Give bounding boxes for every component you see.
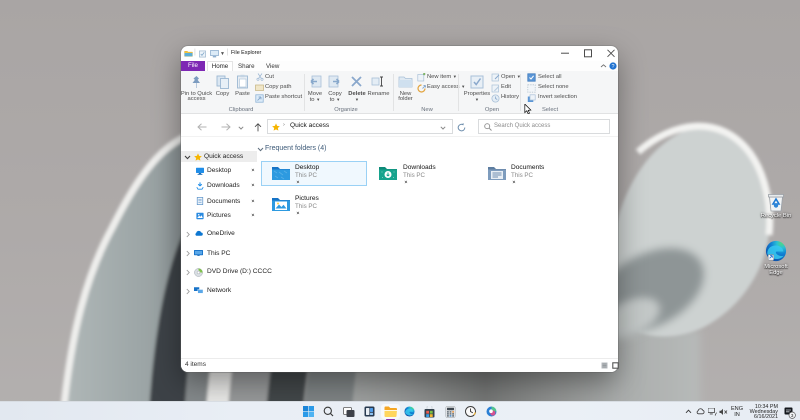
svg-text:3: 3 [791,413,794,418]
svg-text:?: ? [612,64,615,70]
